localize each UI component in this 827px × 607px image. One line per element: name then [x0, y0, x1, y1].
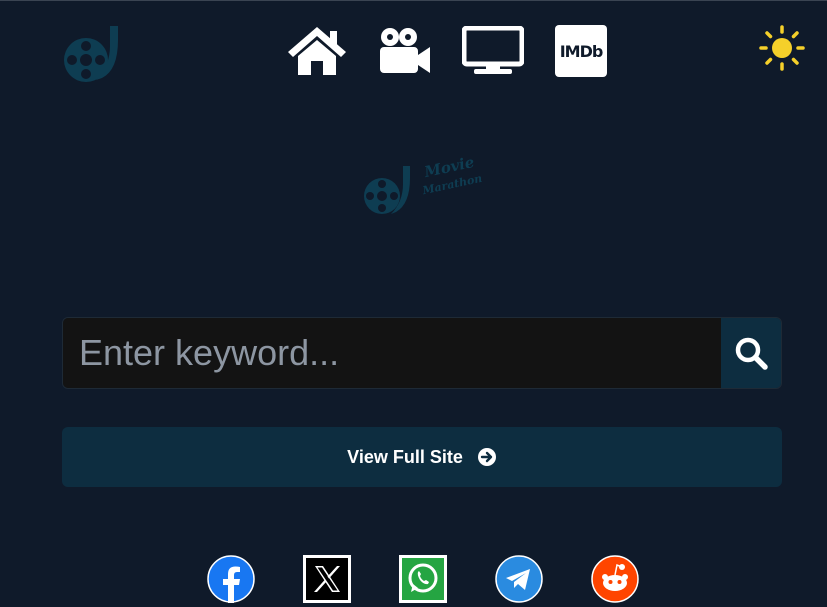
arrow-circle-right-icon	[477, 448, 496, 466]
brand-logo-icon[interactable]	[58, 20, 124, 86]
home-icon	[288, 27, 346, 75]
view-full-site-button[interactable]: View Full Site	[62, 427, 782, 487]
nav-tv-button[interactable]	[461, 25, 525, 76]
search-icon	[735, 337, 768, 370]
nav-home-button[interactable]	[286, 25, 348, 77]
film-reel-icon	[364, 166, 410, 214]
theme-toggle-button[interactable]	[759, 25, 805, 71]
video-camera-icon	[380, 28, 430, 73]
site-logo: Movie Marathon	[360, 153, 502, 222]
tv-monitor-icon	[461, 25, 525, 74]
top-border	[0, 0, 827, 1]
sun-icon	[759, 25, 805, 71]
view-full-site-label: View Full Site	[347, 446, 463, 467]
nav-movies-button[interactable]	[378, 27, 432, 75]
nav-imdb-button[interactable]: IMDb	[555, 25, 607, 77]
search-button[interactable]	[721, 318, 781, 388]
search-input[interactable]	[63, 318, 721, 388]
search-form	[62, 317, 782, 389]
imdb-label: IMDb	[559, 41, 604, 61]
